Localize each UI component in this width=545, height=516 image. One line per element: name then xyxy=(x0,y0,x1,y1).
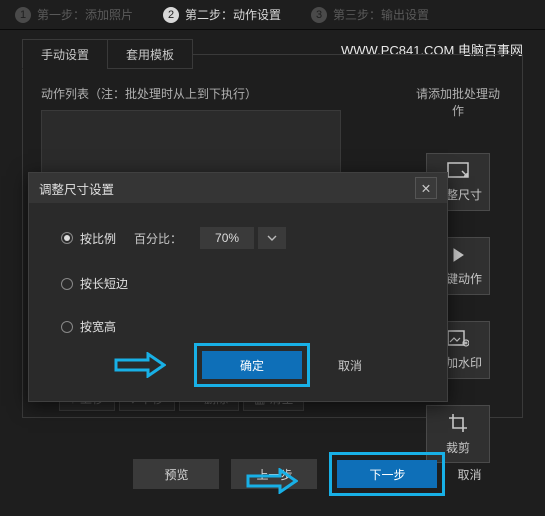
radio-label: 按长短边 xyxy=(80,275,128,292)
play-icon xyxy=(449,246,467,264)
close-icon: ✕ xyxy=(421,181,431,196)
dialog-title-text: 调整尺寸设置 xyxy=(39,179,114,198)
image-plus-icon xyxy=(447,330,469,348)
tabs: 手动设置 套用模板 xyxy=(23,39,522,69)
percent-combo[interactable]: 70% xyxy=(200,227,286,249)
step-3[interactable]: 3 第三步：输出设置 xyxy=(296,0,444,29)
step-number: 1 xyxy=(15,7,31,23)
dialog-cancel-button[interactable]: 取消 xyxy=(338,357,362,374)
radio-by-ratio[interactable]: 按比例 xyxy=(61,230,116,247)
radio-label: 按宽高 xyxy=(80,318,116,335)
step-number: 2 xyxy=(163,7,179,23)
pointer-arrow-icon xyxy=(246,468,298,494)
radio-dot-icon xyxy=(61,321,73,333)
preview-button[interactable]: 预览 xyxy=(133,459,219,489)
chevron-down-icon[interactable] xyxy=(258,227,286,249)
action-list-label: 动作列表（注：批处理时从上到下执行） xyxy=(41,85,412,102)
dialog-ok-button[interactable]: 确定 xyxy=(202,351,302,379)
wizard-steps: 1 第一步：添加照片 2 第二步：动作设置 3 第三步：输出设置 xyxy=(0,0,545,30)
radio-label: 按比例 xyxy=(80,230,116,247)
radio-by-short-side[interactable]: 按长短边 xyxy=(61,275,128,292)
next-highlight: 下一步 xyxy=(329,452,445,496)
percent-value: 70% xyxy=(200,227,254,249)
dialog-close-button[interactable]: ✕ xyxy=(415,177,437,199)
resize-icon xyxy=(447,162,469,180)
radio-dot-icon xyxy=(61,232,73,244)
radio-dot-icon xyxy=(61,278,73,290)
step-number: 3 xyxy=(311,7,327,23)
pointer-arrow-icon xyxy=(114,352,166,378)
crop-icon xyxy=(448,413,468,433)
step-label: 第三步：输出设置 xyxy=(333,6,429,23)
tab-manual[interactable]: 手动设置 xyxy=(22,39,108,69)
resize-dialog: 调整尺寸设置 ✕ 按比例 百分比： 70% 按长短边 xyxy=(28,172,448,402)
step-label: 第一步：添加照片 xyxy=(37,6,133,23)
step-1[interactable]: 1 第一步：添加照片 xyxy=(0,0,148,29)
dialog-titlebar[interactable]: 调整尺寸设置 ✕ xyxy=(29,173,447,203)
percent-label: 百分比： xyxy=(134,230,182,247)
step-label: 第二步：动作设置 xyxy=(185,6,281,23)
radio-by-width-height[interactable]: 按宽高 xyxy=(61,318,116,335)
tab-template[interactable]: 套用模板 xyxy=(107,39,193,69)
cancel-button[interactable]: 取消 xyxy=(457,466,481,483)
next-step-button[interactable]: 下一步 xyxy=(337,460,437,488)
ok-highlight: 确定 xyxy=(194,343,310,387)
step-2[interactable]: 2 第二步：动作设置 xyxy=(148,0,296,29)
add-action-hint: 请添加批处理动作 xyxy=(412,85,504,119)
